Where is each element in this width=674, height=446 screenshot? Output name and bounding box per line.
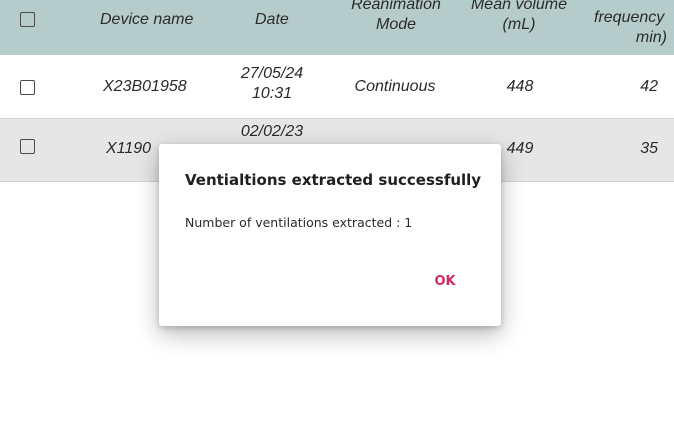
dialog-title: Ventialtions extracted successfully	[185, 171, 482, 189]
ok-button[interactable]: OK	[421, 265, 469, 297]
dialog-message: Number of ventilations extracted : 1	[185, 215, 413, 230]
success-dialog: Ventialtions extracted successfully Numb…	[159, 144, 501, 326]
